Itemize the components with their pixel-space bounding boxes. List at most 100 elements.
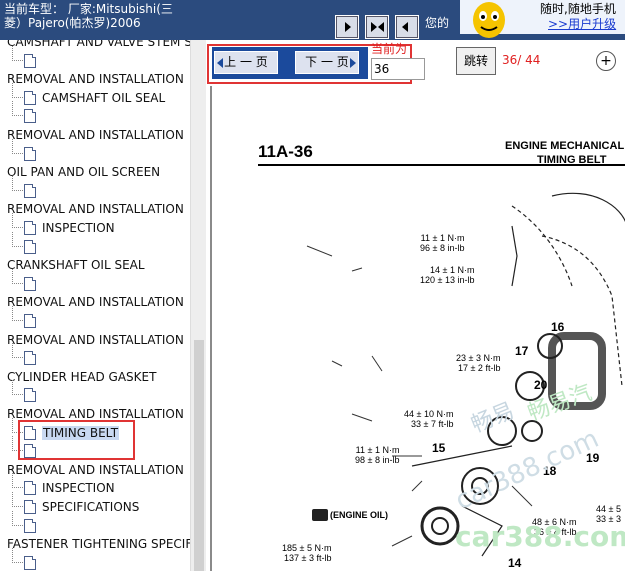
tree-doc-node[interactable] [0,268,190,293]
tree-connector [12,268,23,284]
tree-connector [12,213,23,228]
tree-item-label: REMOVAL AND INSTALLATION [7,462,184,477]
page-count: 36/ 44 [502,53,541,67]
manual-page-number: 11A-36 [258,142,313,161]
tree-connector [12,82,23,98]
selected-item-highlight [18,420,135,460]
document-icon [24,239,36,254]
tree-item-label: CAMSHAFT AND VALVE STEM SEAL [7,40,190,49]
document-icon [24,90,36,105]
tree-doc-node[interactable] [0,45,190,70]
tree-connector [12,380,23,396]
tree-item[interactable]: CYLINDER HEAD GASKET [0,368,190,386]
tree-item-label: REMOVAL AND INSTALLATION [7,332,184,347]
watermark: car388.com [455,520,625,553]
tree-item[interactable]: CAMSHAFT OIL SEAL [0,82,190,107]
manual-section-title: ENGINE MECHANICAL [505,140,625,152]
upgrade-link[interactable]: >>用户升级 [548,15,616,32]
tree-item[interactable]: OIL PAN AND OIL SCREEN [0,163,190,181]
document-icon [24,183,36,198]
tree-connector [12,231,23,247]
tree-doc-node[interactable] [0,101,190,125]
tree-doc-node[interactable] [0,380,190,404]
part-number: 16 [551,320,565,334]
tree-connector [12,492,23,507]
torque-spec: 23 ± 3 N·m 17 ± 2 ft-lb [456,353,501,373]
tree-item[interactable]: SPECIFICATIONS [0,492,190,516]
document-icon [24,221,36,235]
torque-spec: 11 ± 1 N·m 96 ± 8 in-lb [420,233,465,253]
document-icon [24,518,36,533]
tree-connector [12,473,23,489]
zoom-in-icon[interactable]: + [596,51,616,71]
prev-page-icon-button[interactable] [395,15,419,39]
tree-item-label: INSPECTION [42,481,115,496]
torque-spec: 44 ± 10 N·m 33 ± 7 ft-lb [404,409,454,429]
tree-doc-node[interactable] [0,306,190,330]
goto-button[interactable]: 跳转 [456,47,496,75]
tree-item-label: CAMSHAFT OIL SEAL [42,90,166,105]
document-icon [24,388,36,403]
chapter-tree: CAMSHAFT AND VALVE STEM SEAL REMOVAL AND … [0,40,190,571]
tree-item-label: CRANKSHAFT OIL SEAL [7,258,145,273]
oil-can-icon [312,509,328,521]
tree-doc-node[interactable] [0,231,190,256]
tree-item[interactable]: REMOVAL AND INSTALLATION [0,293,190,311]
tree-doc-node[interactable] [0,175,190,200]
tree-connector [12,175,23,191]
tree-item-label: CYLINDER HEAD GASKET [7,369,157,384]
tree-doc-node[interactable] [0,343,190,367]
tree-doc-node[interactable] [0,138,190,163]
header-rule [258,164,625,166]
document-icon [24,351,36,366]
mascot-icon [473,2,505,38]
document-icon [24,500,36,514]
tree-item-label: SPECIFICATIONS [42,500,140,514]
document-icon [24,276,36,291]
document-icon [24,555,36,570]
tree-item[interactable]: REMOVAL AND INSTALLATION [0,461,190,479]
tree-connector [12,547,23,563]
page-number-input[interactable] [371,58,425,80]
tree-item[interactable]: INSPECTION [0,213,190,237]
tree-connector [12,101,23,117]
tree-connector [12,45,23,61]
next-page-icon-button[interactable] [335,15,359,39]
document-icon [24,53,36,68]
tree-item-label: REMOVAL AND INSTALLATION [7,72,184,87]
tree-item[interactable]: CRANKSHAFT OIL SEAL [0,256,190,274]
tree-item-label: REMOVAL AND INSTALLATION [7,202,184,217]
tree-doc-node[interactable] [0,547,190,571]
header-notice-text: 您的 [425,16,450,30]
torque-spec: 11 ± 1 N·m 98 ± 8 in-lb [355,445,400,465]
sidebar: CAMSHAFT AND VALVE STEM SEAL REMOVAL AND … [0,40,206,571]
tree-item[interactable]: CAMSHAFT AND VALVE STEM SEAL [0,40,190,51]
tree-connector [12,306,23,321]
tree-item-label: FASTENER TIGHTENING SPECIFICATIONS [7,537,190,552]
tree-item-label: REMOVAL AND INSTALLATION [7,407,184,421]
part-number: 14 [508,556,522,570]
document-icon [24,109,36,124]
tree-item[interactable]: REMOVAL AND INSTALLATION [0,200,190,218]
tree-doc-node[interactable] [0,510,190,535]
part-number: 17 [515,344,529,358]
tree-item[interactable]: FASTENER TIGHTENING SPECIFICATIONS [0,535,190,553]
document-icon [24,146,36,161]
tree-connector [12,138,23,154]
current-vehicle-label: 当前车型： 厂家:Mitsubishi(三菱）Pajero(帕杰罗)2006 [4,2,173,30]
engine-oil-label: (ENGINE OIL) [330,510,388,520]
torque-spec: 185 ± 5 N·m 137 ± 3 ft-lb [282,543,332,563]
tree-item-label: OIL PAN AND OIL SCREEN [7,165,161,180]
scrollbar-thumb[interactable] [194,340,204,571]
tree-item-label: INSPECTION [42,221,115,235]
tree-item[interactable]: REMOVAL AND INSTALLATION [0,70,190,88]
tree-item[interactable]: INSPECTION [0,473,190,497]
tree-connector [12,510,23,526]
current-page-label: 当前为 [371,42,408,56]
document-icon [24,314,36,328]
tree-item-label: REMOVAL AND INSTALLATION [7,295,184,310]
fit-page-icon-button[interactable] [365,15,389,39]
tree-item-label: REMOVAL AND INSTALLATION [7,128,184,142]
tree-item[interactable]: REMOVAL AND INSTALLATION [0,331,190,349]
tree-item[interactable]: REMOVAL AND INSTALLATION [0,126,190,144]
